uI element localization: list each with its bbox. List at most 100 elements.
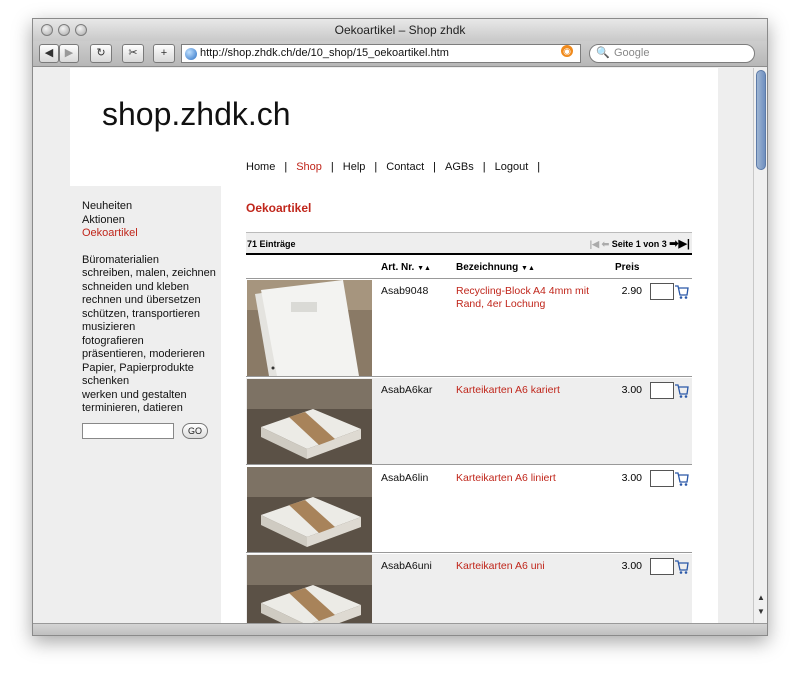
sidebar-item-neuheiten[interactable]: Neuheiten <box>82 200 221 214</box>
url-text: http://shop.zhdk.ch/de/10_shop/15_oekoar… <box>200 47 449 59</box>
product-image-karteikarten-liniert[interactable] <box>247 467 372 552</box>
product-price: 3.00 <box>621 472 642 484</box>
product-image-karteikarten-uni[interactable] <box>247 555 372 623</box>
sidebar-category[interactable]: schenken <box>82 375 221 389</box>
url-field[interactable]: http://shop.zhdk.ch/de/10_shop/15_oekoar… <box>181 44 581 63</box>
product-price: 2.90 <box>621 285 642 297</box>
nav-logout[interactable]: Logout <box>495 161 529 173</box>
title-bar: Oekoartikel – Shop zhdk <box>33 19 767 41</box>
article-number: AsabA6lin <box>381 472 429 484</box>
sidebar-category[interactable]: terminieren, datieren <box>82 402 221 416</box>
sidebar-category[interactable]: schreiben, malen, zeichnen <box>82 267 221 281</box>
browser-window: Oekoartikel – Shop zhdk ◀ ▶ ↻ ✂ + http:/… <box>32 18 768 636</box>
product-name[interactable]: Recycling-Block A4 4mm mit Rand, 4er Loc… <box>456 285 606 311</box>
search-icon: 🔍 <box>596 47 610 59</box>
product-price: 3.00 <box>621 560 642 572</box>
shop-search-input[interactable] <box>82 423 174 439</box>
page-indicator: Seite 1 von 3 <box>611 239 667 249</box>
scissors-icon: ✂ <box>128 47 138 59</box>
cart-icon[interactable] <box>674 382 689 399</box>
nav-separator: | <box>537 161 541 173</box>
nav-help[interactable]: Help <box>343 161 366 173</box>
minimize-window-button[interactable] <box>58 24 70 36</box>
scroll-up-icon[interactable]: ▲ <box>756 592 766 604</box>
snapback-button[interactable]: ✂ <box>122 44 144 63</box>
scrollbar-thumb[interactable] <box>756 70 766 170</box>
search-placeholder: Google <box>614 47 650 59</box>
zoom-window-button[interactable] <box>75 24 87 36</box>
column-preis: Preis <box>615 262 640 273</box>
reload-icon: ↻ <box>96 47 106 59</box>
nav-contact[interactable]: Contact <box>386 161 424 173</box>
rss-icon[interactable]: ◉ <box>561 45 573 57</box>
globe-icon <box>185 48 197 60</box>
cart-icon[interactable] <box>674 283 689 300</box>
sidebar-category[interactable]: fotografieren <box>82 335 221 349</box>
forward-button[interactable]: ▶ <box>59 44 79 63</box>
quantity-input[interactable] <box>650 558 674 575</box>
sidebar-category[interactable]: Papier, Papierprodukte <box>82 362 221 376</box>
cart-icon[interactable] <box>674 470 689 487</box>
sidebar-category[interactable]: musizieren <box>82 321 221 335</box>
sidebar-category[interactable]: rechnen und übersetzen <box>82 294 221 308</box>
nav-agbs[interactable]: AGBs <box>445 161 474 173</box>
add-bookmark-button[interactable]: + <box>153 44 175 63</box>
sidebar-item-oekoartikel[interactable]: Oekoartikel <box>82 227 221 241</box>
product-name[interactable]: Karteikarten A6 uni <box>456 560 606 573</box>
table-row: Asab9048 Recycling-Block A4 4mm mit Rand… <box>246 279 692 377</box>
prev-page-icon: ⬅ <box>601 239 610 249</box>
table-row: AsabA6lin Karteikarten A6 liniert 3.00 <box>246 466 692 553</box>
quantity-input[interactable] <box>650 283 674 300</box>
sidebar-category[interactable]: Büromaterialien <box>82 254 221 268</box>
sort-icon: ▼▲ <box>417 265 431 272</box>
page: shop.zhdk.ch Home | Shop | Help | Contact | AGBs… <box>70 68 718 623</box>
table-row: AsabA6kar Karteikarten A6 kariert 3.00 <box>246 378 692 465</box>
sidebar: Neuheiten Aktionen Oekoartikel Büromater… <box>70 186 221 623</box>
back-arrow-icon: ◀ <box>44 47 54 59</box>
forward-arrow-icon: ▶ <box>64 47 74 59</box>
pager: |◀ ⬅ Seite 1 von 3 ➡▶| <box>590 237 690 250</box>
sidebar-category[interactable]: schützen, transportieren <box>82 308 221 322</box>
nav-separator: | <box>482 161 486 173</box>
nav-separator: | <box>284 161 288 173</box>
sidebar-category[interactable]: werken und gestalten <box>82 389 221 403</box>
result-bar: 71 Einträge |◀ ⬅ Seite 1 von 3 ➡▶| <box>246 232 692 255</box>
quantity-input[interactable] <box>650 382 674 399</box>
product-name[interactable]: Karteikarten A6 kariert <box>456 384 606 397</box>
article-number: AsabA6uni <box>381 560 432 572</box>
product-name[interactable]: Karteikarten A6 liniert <box>456 472 606 485</box>
table-row: AsabA6uni Karteikarten A6 uni 3.00 <box>246 554 692 623</box>
window-title: Oekoartikel – Shop zhdk <box>334 23 466 37</box>
column-bezeichnung[interactable]: Bezeichnung ▼▲ <box>456 262 535 273</box>
last-page-icon[interactable]: ▶| <box>678 238 690 250</box>
go-button[interactable]: GO <box>182 423 208 439</box>
scroll-down-icon[interactable]: ▼ <box>756 606 766 618</box>
nav-separator: | <box>433 161 437 173</box>
page-viewport: shop.zhdk.ch Home | Shop | Help | Contact | AGBs… <box>33 68 753 623</box>
site-logo[interactable]: shop.zhdk.ch <box>102 96 291 133</box>
browser-toolbar: ◀ ▶ ↻ ✂ + http://shop.zhdk.ch/de/10_shop… <box>33 41 767 67</box>
top-navigation: Home | Shop | Help | Contact | AGBs | Logout | <box>246 161 549 173</box>
quantity-input[interactable] <box>650 470 674 487</box>
vertical-scrollbar[interactable]: ▲ ▼ <box>753 68 767 623</box>
cart-icon[interactable] <box>674 558 689 575</box>
nav-separator: | <box>374 161 378 173</box>
result-count: 71 Einträge <box>247 239 296 249</box>
reload-button[interactable]: ↻ <box>90 44 112 63</box>
close-window-button[interactable] <box>41 24 53 36</box>
back-button[interactable]: ◀ <box>39 44 59 63</box>
column-art-nr[interactable]: Art. Nr. ▼▲ <box>381 262 431 273</box>
first-page-icon: |◀ <box>589 239 600 249</box>
nav-home[interactable]: Home <box>246 161 275 173</box>
status-bar <box>33 623 767 635</box>
sidebar-category[interactable]: präsentieren, moderieren <box>82 348 221 362</box>
product-image-karteikarten-kariert[interactable] <box>247 379 372 464</box>
search-field[interactable]: 🔍 Google <box>589 44 755 63</box>
sidebar-category[interactable]: schneiden und kleben <box>82 281 221 295</box>
product-image-recycling-block[interactable] <box>247 280 372 376</box>
page-title: Oekoartikel <box>246 201 312 215</box>
plus-icon: + <box>160 47 168 59</box>
sidebar-item-aktionen[interactable]: Aktionen <box>82 214 221 228</box>
article-number: AsabA6kar <box>381 384 433 396</box>
nav-shop[interactable]: Shop <box>296 161 322 173</box>
